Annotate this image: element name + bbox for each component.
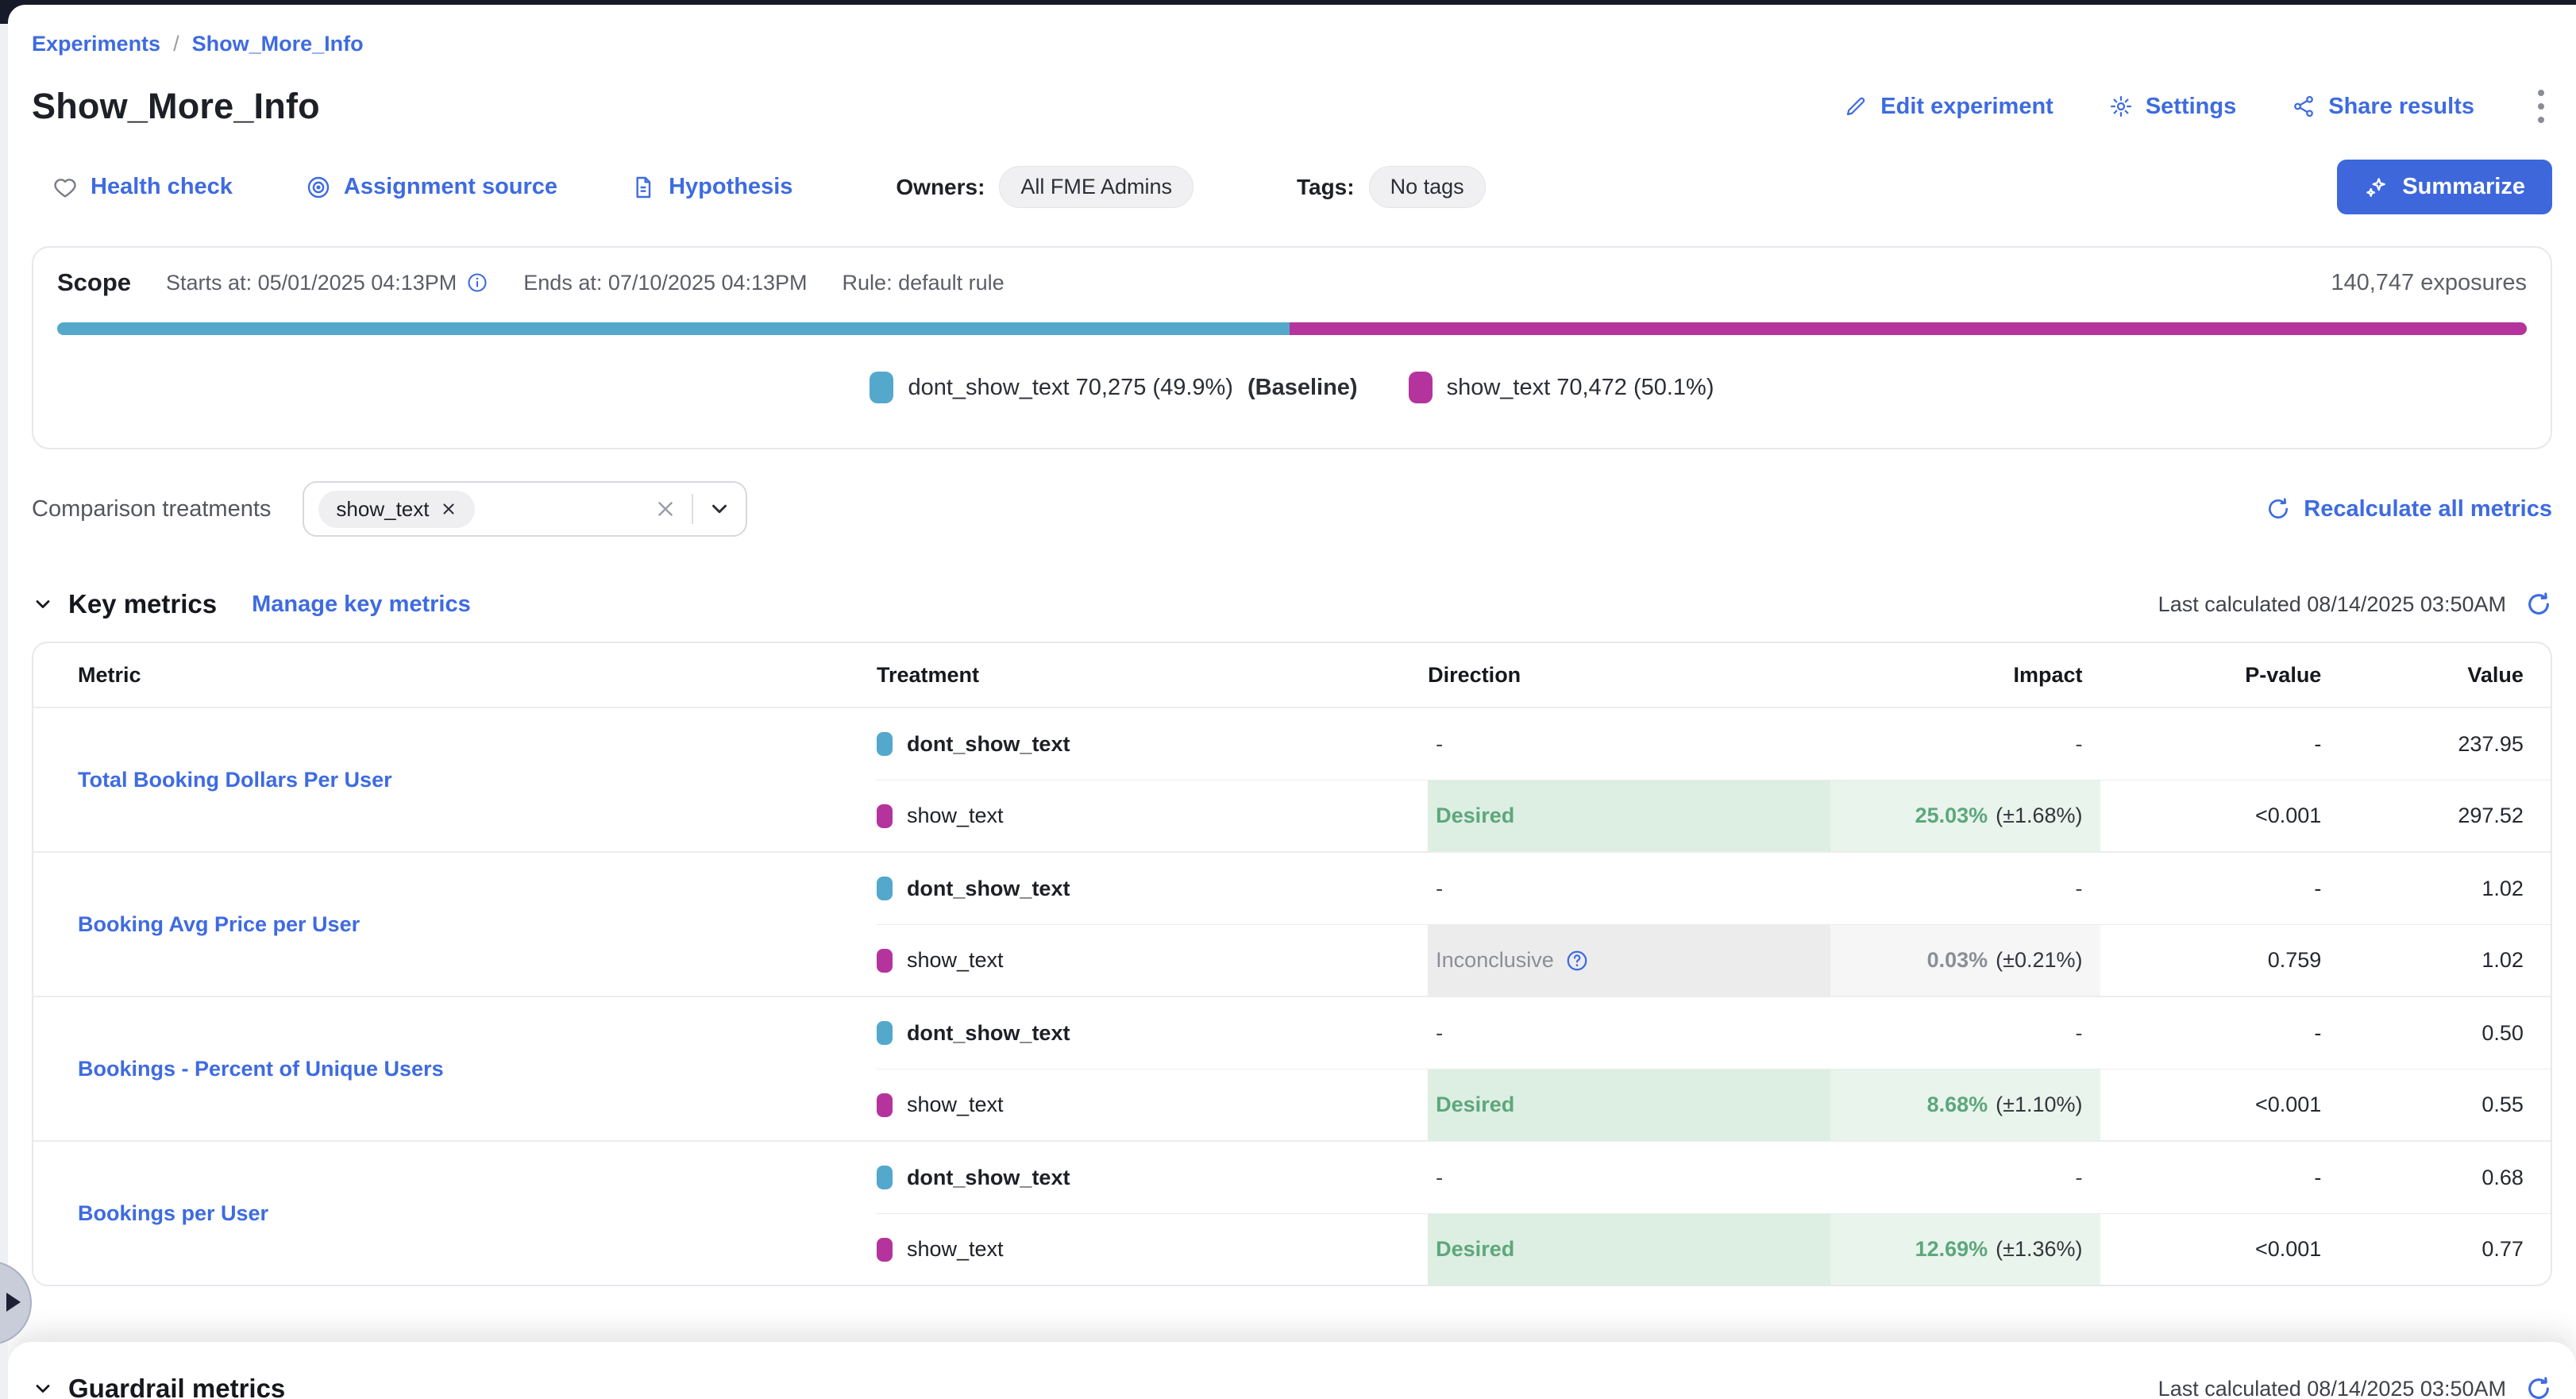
exposure-legend: dont_show_text 70,275 (49.9%) (Baseline)… xyxy=(57,372,2527,403)
edit-experiment-button[interactable]: Edit experiment xyxy=(1844,94,2053,120)
breadcrumb-experiments-link[interactable]: Experiments xyxy=(32,32,160,56)
treatment-swatch xyxy=(877,1166,893,1189)
treatment-swatch xyxy=(877,1021,893,1045)
metric-group: Total Booking Dollars Per User dont_show… xyxy=(33,708,2551,851)
treatment-swatch xyxy=(877,804,893,828)
treatment-bar-segment xyxy=(1290,322,2527,335)
sidebar-expand-handle[interactable] xyxy=(0,1261,32,1348)
metric-link[interactable]: Total Booking Dollars Per User xyxy=(78,768,392,792)
metric-group: Bookings per User dont_show_text - - - 0… xyxy=(33,1140,2551,1285)
manage-key-metrics-link[interactable]: Manage key metrics xyxy=(252,592,471,618)
owners-label: Owners: xyxy=(896,175,985,200)
refresh-icon[interactable] xyxy=(2525,591,2552,618)
baseline-swatch xyxy=(870,372,893,403)
metric-link[interactable]: Bookings per User xyxy=(78,1201,268,1226)
page-title: Show_More_Info xyxy=(32,86,320,127)
scope-label: Scope xyxy=(57,268,131,297)
guardrail-metrics-section-toggle[interactable]: Guardrail metrics xyxy=(32,1374,285,1399)
more-options-kebab-icon[interactable] xyxy=(2530,83,2552,129)
metric-link[interactable]: Bookings - Percent of Unique Users xyxy=(78,1057,444,1081)
comparison-treatments-select[interactable]: show_text xyxy=(303,481,747,537)
treatment-swatch xyxy=(877,949,893,973)
legend-item-baseline: dont_show_text 70,275 (49.9%) (Baseline) xyxy=(870,372,1357,403)
metric-group: Booking Avg Price per User dont_show_tex… xyxy=(33,851,2551,996)
breadcrumb-current-link[interactable]: Show_More_Info xyxy=(192,32,364,56)
arrow-right-icon xyxy=(6,1293,21,1312)
share-results-button[interactable]: Share results xyxy=(2292,94,2474,120)
chevron-down-icon[interactable] xyxy=(708,497,731,521)
metric-group: Bookings - Percent of Unique Users dont_… xyxy=(33,996,2551,1140)
pencil-icon xyxy=(1844,94,1868,118)
direction-cell: Desired xyxy=(1428,1069,1830,1140)
scope-card: Scope Starts at: 05/01/2025 04:13PM Ends… xyxy=(32,246,2552,449)
tags-group: Tags: No tags xyxy=(1297,166,1486,208)
exposure-split-bar xyxy=(57,322,2527,335)
summarize-button[interactable]: Summarize xyxy=(2337,160,2552,214)
sparkles-icon xyxy=(2364,175,2389,200)
chip-remove-icon[interactable] xyxy=(440,500,457,518)
metric-link[interactable]: Booking Avg Price per User xyxy=(78,912,360,937)
assignment-source-link[interactable]: Assignment source xyxy=(306,174,557,200)
question-circle-icon[interactable] xyxy=(1565,949,1589,973)
info-icon[interactable] xyxy=(466,272,488,294)
refresh-icon[interactable] xyxy=(2525,1375,2552,1399)
gear-icon xyxy=(2109,94,2133,118)
chevron-down-icon xyxy=(32,593,54,615)
treatment-swatch xyxy=(877,1093,893,1117)
treatment-swatch xyxy=(877,1238,893,1262)
direction-cell: Desired xyxy=(1428,1213,1830,1285)
treatment-swatch xyxy=(877,877,893,900)
owners-group: Owners: All FME Admins xyxy=(896,166,1194,208)
impact-cell: 25.03%(±1.68%) xyxy=(1830,780,2100,851)
treatment-swatch xyxy=(877,732,893,756)
main-panel: Experiments / Show_More_Info Show_More_I… xyxy=(8,5,2576,1399)
settings-button[interactable]: Settings xyxy=(2109,94,2236,120)
breadcrumb-separator: / xyxy=(173,32,179,56)
left-gutter xyxy=(0,24,8,1399)
scope-starts: Starts at: 05/01/2025 04:13PM xyxy=(166,271,488,295)
guardrail-sheet: Guardrail metrics Last calculated 08/14/… xyxy=(8,1342,2576,1399)
breadcrumb: Experiments / Show_More_Info xyxy=(32,32,2552,56)
baseline-bar-segment xyxy=(57,322,1290,335)
direction-cell: Desired xyxy=(1428,780,1830,851)
clear-selection-icon[interactable] xyxy=(654,497,677,521)
health-check-link[interactable]: Health check xyxy=(52,174,233,200)
key-metrics-table: Metric Treatment Direction Impact P-valu… xyxy=(32,642,2552,1286)
recalculate-all-metrics-button[interactable]: Recalculate all metrics xyxy=(2266,496,2552,522)
legend-item-treatment: show_text 70,472 (50.1%) xyxy=(1409,372,1714,403)
select-divider xyxy=(692,494,693,524)
comparison-treatments-label: Comparison treatments xyxy=(32,496,271,522)
impact-cell: 8.68%(±1.10%) xyxy=(1830,1069,2100,1140)
tags-label: Tags: xyxy=(1297,175,1355,200)
direction-cell: Inconclusive xyxy=(1428,924,1830,996)
impact-cell: 0.03%(±0.21%) xyxy=(1830,924,2100,996)
scope-rule: Rule: default rule xyxy=(843,271,1005,295)
key-metrics-last-calculated: Last calculated 08/14/2025 03:50AM xyxy=(2158,592,2506,617)
key-metrics-section-toggle[interactable]: Key metrics xyxy=(32,589,217,619)
tags-pill[interactable]: No tags xyxy=(1369,166,1486,208)
target-icon xyxy=(306,175,331,200)
share-icon xyxy=(2292,94,2316,118)
comparison-chip[interactable]: show_text xyxy=(318,491,475,528)
exposures-count: 140,747 exposures xyxy=(2331,270,2527,296)
scope-ends: Ends at: 07/10/2025 04:13PM xyxy=(523,271,807,295)
document-icon xyxy=(631,175,656,200)
heart-icon xyxy=(52,175,78,200)
guardrail-last-calculated: Last calculated 08/14/2025 03:50AM xyxy=(2158,1377,2506,1399)
impact-cell: 12.69%(±1.36%) xyxy=(1830,1213,2100,1285)
chevron-down-icon xyxy=(32,1378,54,1399)
table-header-row: Metric Treatment Direction Impact P-valu… xyxy=(33,643,2551,708)
owners-pill[interactable]: All FME Admins xyxy=(999,166,1194,208)
hypothesis-link[interactable]: Hypothesis xyxy=(631,174,792,200)
treatment-swatch xyxy=(1409,372,1433,403)
refresh-icon xyxy=(2266,496,2291,522)
